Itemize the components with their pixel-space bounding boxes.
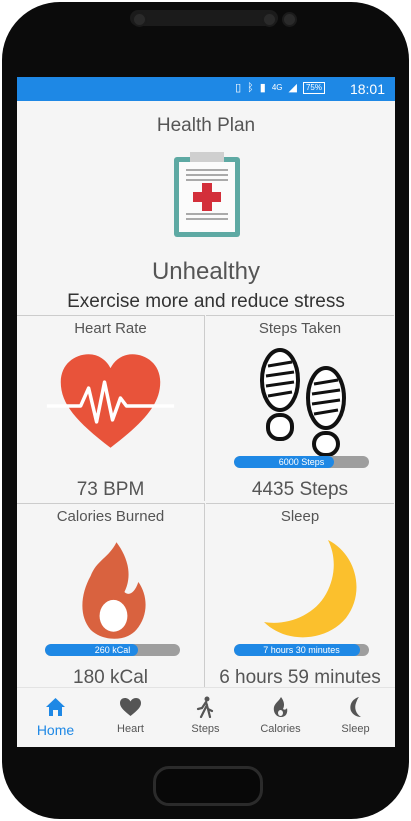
card-value: 73 BPM — [76, 479, 145, 500]
calories-card[interactable]: Calories Burned 260 kCal 180 kCal — [17, 503, 205, 689]
sensor-icon — [282, 12, 297, 27]
status-time: 18:01 — [349, 81, 385, 97]
vibrate-icon: ▮ — [259, 82, 266, 94]
flame-icon — [273, 697, 288, 717]
card-value: 4435 Steps — [251, 479, 349, 500]
moon-icon — [264, 540, 357, 638]
page-title: Health Plan — [156, 115, 256, 136]
moon-icon — [350, 697, 361, 717]
health-advice: Exercise more and reduce stress — [67, 291, 345, 312]
nav-label: Calories — [260, 723, 301, 735]
status-bar: ▯ ᛒ ▮ 4G ◢ 75% 18:01 — [17, 77, 395, 101]
health-status: Unhealthy — [151, 258, 261, 285]
calories-goal-label: 260 kCal — [94, 645, 131, 655]
nav-home[interactable]: Home — [18, 688, 93, 747]
app-screen: ▯ ᛒ ▮ 4G ◢ 75% 18:01 Health Plan Unhealt… — [17, 77, 395, 747]
card-label: Calories Burned — [56, 508, 165, 525]
nav-label: Sleep — [341, 723, 370, 735]
card-label: Steps Taken — [258, 320, 342, 337]
nav-sleep[interactable]: Sleep — [318, 688, 393, 747]
home-icon — [46, 698, 65, 716]
footprints-icon — [260, 348, 346, 457]
card-value: 6 hours 59 minutes — [219, 667, 381, 688]
sleep-progress-bar: 7 hours 30 minutes — [234, 644, 369, 656]
calories-progress-bar: 260 kCal — [45, 644, 180, 656]
nav-label: Home — [36, 722, 75, 738]
bluetooth-icon: ᛒ — [247, 81, 254, 94]
nav-heart[interactable]: Heart — [93, 688, 168, 747]
phone-icon: ▯ — [235, 82, 242, 94]
hardware-home-button[interactable] — [153, 766, 263, 806]
steps-card[interactable]: Steps Taken 6000 Steps 4435 Steps — [206, 315, 394, 501]
nav-label: Steps — [191, 723, 220, 735]
sensor-icon — [262, 12, 277, 27]
walking-icon — [196, 696, 214, 718]
card-label: Sleep — [280, 508, 320, 525]
health-summary: Health Plan Unhealthy Exercise more and … — [17, 101, 395, 315]
nav-label: Heart — [117, 723, 144, 735]
steps-progress-bar: 6000 Steps — [234, 456, 369, 468]
nav-calories[interactable]: Calories — [243, 688, 318, 747]
battery-icon: 75% — [302, 81, 325, 94]
status-icons: ▯ ᛒ ▮ 4G ◢ 75% — [235, 81, 325, 94]
metrics-grid: Heart Rate 73 BPM Steps Taken 6000 Steps… — [17, 315, 395, 689]
steps-goal-label: 6000 Steps — [278, 457, 325, 467]
card-value: 180 kCal — [73, 667, 148, 688]
flame-icon — [82, 542, 146, 639]
nav-steps[interactable]: Steps — [168, 688, 243, 747]
sleep-goal-label: 7 hours 30 minutes — [263, 645, 340, 655]
phone-frame: ▯ ᛒ ▮ 4G ◢ 75% 18:01 Health Plan Unhealt… — [0, 0, 411, 821]
clipboard-icon — [174, 152, 240, 237]
camera-icon — [132, 12, 147, 27]
heart-rate-card[interactable]: Heart Rate 73 BPM — [17, 315, 205, 501]
sleep-card[interactable]: Sleep 7 hours 30 minutes 6 hours 59 minu… — [206, 503, 394, 689]
signal-icon: ◢ — [288, 82, 297, 94]
heart-rate-icon — [46, 354, 175, 448]
speaker-grille — [130, 10, 278, 26]
heart-icon — [120, 698, 141, 716]
network-type: 4G — [271, 83, 283, 92]
card-label: Heart Rate — [74, 320, 147, 337]
bottom-navigation: Home Heart Steps Calories Sleep — [17, 687, 395, 747]
